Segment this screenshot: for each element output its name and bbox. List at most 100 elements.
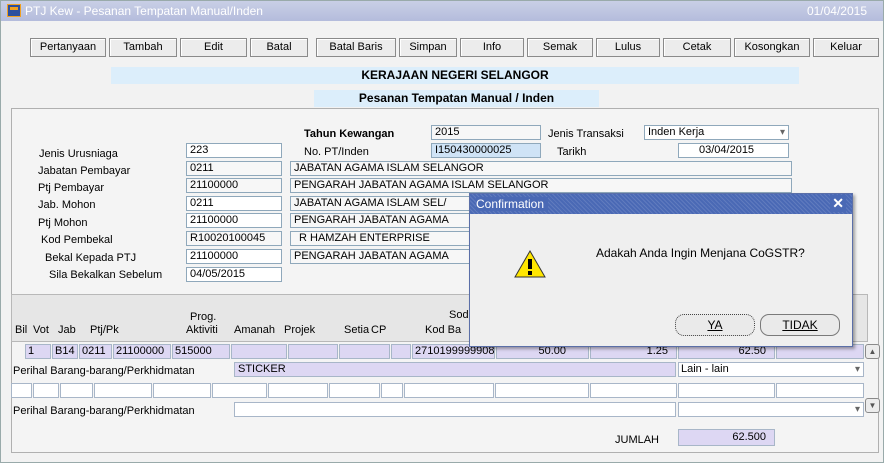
perihal-field-1[interactable]: STICKER (234, 362, 676, 377)
jumlah-label: JUMLAH (615, 434, 660, 446)
row1-bil[interactable]: 1 (25, 344, 51, 359)
row1-projek[interactable] (288, 344, 338, 359)
jab-mohon-label: Jab. Mohon (38, 199, 96, 211)
perihal-kategori-2[interactable] (678, 402, 864, 417)
bekal-label: Bekal Kepada PTJ (45, 252, 137, 264)
row2-projek[interactable] (268, 383, 328, 398)
app-icon (7, 4, 21, 17)
jenis-transaksi-select[interactable]: Inden Kerja (644, 125, 789, 140)
sila-field[interactable]: 04/05/2015 (186, 267, 282, 282)
ya-button[interactable]: YA (675, 314, 755, 336)
row2-total[interactable] (678, 383, 775, 398)
perihal-label-2: Perihal Barang-barang/Perkhidmatan (13, 405, 195, 417)
scroll-up-icon[interactable]: ▲ (865, 344, 880, 359)
sila-label: Sila Bekalkan Sebelum (49, 269, 163, 281)
col-cp: CP (371, 324, 387, 336)
jabatan-pembayar-code[interactable]: 0211 (186, 161, 282, 176)
tarikh-field[interactable]: 03/04/2015 (678, 143, 789, 158)
jab-mohon-name: JABATAN AGAMA ISLAM SEL/ (290, 196, 470, 211)
row1-cp[interactable] (391, 344, 411, 359)
pertanyaan-button[interactable]: Pertanyaan (30, 38, 106, 57)
no-pt-field[interactable]: I150430000025 (431, 143, 541, 158)
info-button[interactable]: Info (460, 38, 524, 57)
row2-prog[interactable] (153, 383, 211, 398)
lulus-button[interactable]: Lulus (596, 38, 660, 57)
col-jab: Jab (58, 324, 76, 336)
cetak-button[interactable]: Cetak (663, 38, 731, 57)
row2-qty[interactable] (495, 383, 589, 398)
dialog-title: Confirmation (476, 197, 549, 211)
kod-pembekal-code[interactable]: R10020100045 (186, 231, 282, 246)
col-bil: Bil (15, 324, 28, 336)
close-icon[interactable]: ✕ (830, 195, 846, 212)
ptj-mohon-name: PENGARAH JABATAN AGAMA (290, 213, 470, 228)
form-title: Pesanan Tempatan Manual / Inden (314, 90, 599, 107)
row1-amanah[interactable] (231, 344, 287, 359)
row2-extra[interactable] (776, 383, 864, 398)
tarikh-label: Tarikh (557, 146, 587, 158)
col-prog-bottom: Aktiviti (186, 324, 218, 336)
scroll-down-icon[interactable]: ▼ (865, 398, 880, 413)
col-amanah: Amanah (234, 324, 275, 336)
row1-ptj[interactable]: 21100000 (113, 344, 171, 359)
row2-price[interactable] (590, 383, 677, 398)
kosongkan-button[interactable]: Kosongkan (734, 38, 810, 57)
row2-jab[interactable] (60, 383, 93, 398)
jumlah-field: 62.500 (678, 429, 775, 446)
tahun-field[interactable]: 2015 (431, 125, 541, 140)
row1-setia[interactable] (339, 344, 390, 359)
tidak-label: TIDAK (782, 318, 818, 332)
perihal-kategori-1[interactable]: Lain - lain (678, 362, 864, 377)
window-date: 01/04/2015 (806, 4, 867, 18)
row2-kod[interactable] (404, 383, 494, 398)
ptj-mohon-code[interactable]: 21100000 (186, 213, 282, 228)
warning-icon (514, 250, 546, 278)
row1-vot[interactable]: B14 (52, 344, 78, 359)
row1-jab[interactable]: 0211 (79, 344, 112, 359)
jenis-urusniaga-label: Jenis Urusniaga (39, 148, 118, 160)
jenis-urusniaga-field[interactable]: 223 (186, 143, 282, 158)
jab-mohon-code[interactable]: 0211 (186, 196, 282, 211)
row2-setia[interactable] (329, 383, 380, 398)
col-vot: Vot (33, 324, 49, 336)
row2-amanah[interactable] (212, 383, 267, 398)
row1-prog[interactable]: 515000 (172, 344, 230, 359)
col-prog-top: Prog. (190, 311, 217, 323)
toolbar: Pertanyaan Tambah Edit Batal Batal Baris… (1, 27, 883, 67)
row2-ptj[interactable] (94, 383, 152, 398)
semak-button[interactable]: Semak (527, 38, 593, 57)
tambah-button[interactable]: Tambah (109, 38, 177, 57)
jenis-transaksi-label: Jenis Transaksi (548, 128, 624, 140)
simpan-button[interactable]: Simpan (399, 38, 457, 57)
ptj-mohon-label: Ptj Mohon (38, 217, 88, 229)
dialog-title-bar: Confirmation ✕ (470, 194, 852, 214)
batal-button[interactable]: Batal (250, 38, 308, 57)
bekal-code[interactable]: 21100000 (186, 249, 282, 264)
ptj-pembayar-code[interactable]: 21100000 (186, 178, 282, 193)
edit-button[interactable]: Edit (180, 38, 247, 57)
dialog-message: Adakah Anda Ingin Menjana CoGSTR? (596, 246, 805, 260)
col-projek: Projek (284, 324, 316, 336)
perihal-field-2[interactable] (234, 402, 676, 417)
row2-cp[interactable] (381, 383, 403, 398)
jabatan-pembayar-label: Jabatan Pembayar (38, 165, 131, 177)
state-heading: KERAJAAN NEGERI SELANGOR (111, 67, 799, 84)
title-bar: PTJ Kew - Pesanan Tempatan Manual/Inden … (1, 1, 883, 21)
row2-vot[interactable] (33, 383, 59, 398)
ptj-pembayar-label: Ptj Pembayar (38, 182, 105, 194)
ptj-pembayar-name: PENGARAH JABATAN AGAMA ISLAM SELANGOR (290, 178, 792, 193)
col-setia: Setia (344, 324, 370, 336)
col-sodo-bottom: Kod Ba (425, 324, 462, 336)
jabatan-pembayar-name: JABATAN AGAMA ISLAM SELANGOR (290, 161, 792, 176)
ya-label: YA (707, 318, 723, 332)
keluar-button[interactable]: Keluar (813, 38, 879, 57)
kod-pembekal-label: Kod Pembekal (41, 234, 113, 246)
batal-baris-button[interactable]: Batal Baris (316, 38, 396, 57)
tahun-label: Tahun Kewangan (304, 128, 395, 140)
tidak-button[interactable]: TIDAK (760, 314, 840, 336)
window-title: PTJ Kew - Pesanan Tempatan Manual/Inden (25, 4, 263, 18)
row2-bil[interactable] (11, 383, 32, 398)
no-pt-label: No. PT/Inden (304, 146, 369, 158)
app-window: PTJ Kew - Pesanan Tempatan Manual/Inden … (0, 0, 884, 463)
kod-pembekal-name: R HAMZAH ENTERPRISE (290, 231, 470, 246)
